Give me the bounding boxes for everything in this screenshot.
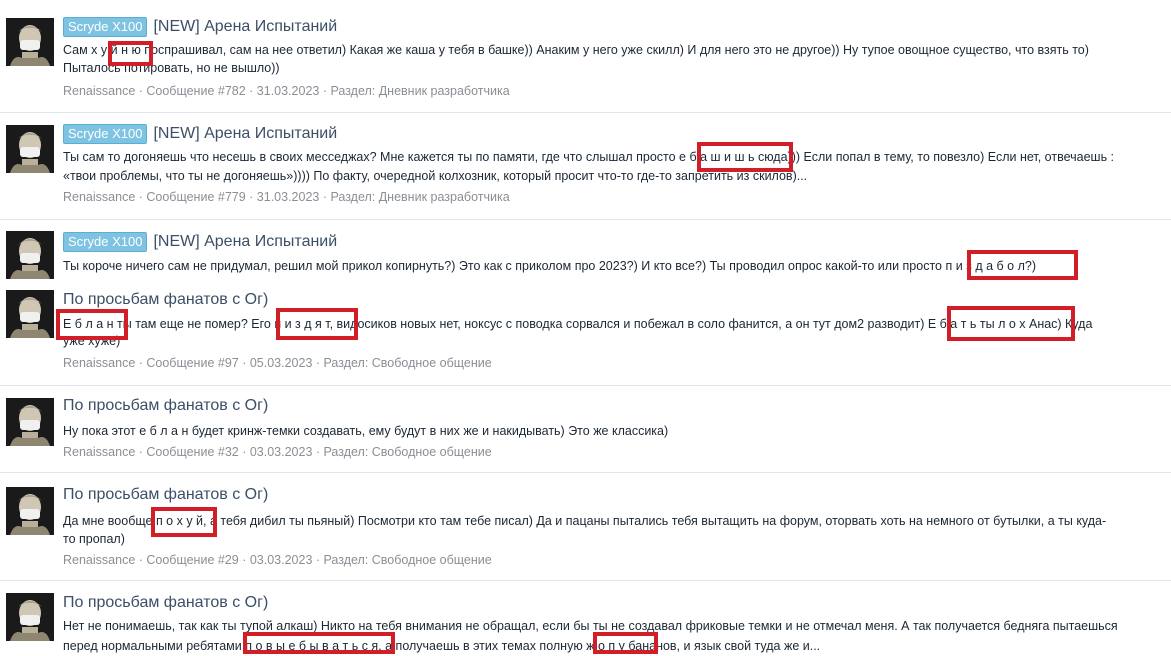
statue-avatar-icon <box>6 290 54 338</box>
statue-avatar-icon <box>6 487 54 535</box>
result-title-row[interactable]: По просьбам фанатов с Ог) <box>63 483 268 507</box>
snippet-line: Да мне вообще п о х у й, а тебя дибил ты… <box>63 514 1107 528</box>
thread-title[interactable]: По просьбам фанатов с Ог) <box>63 396 268 416</box>
highlight-box <box>56 309 128 340</box>
search-result: Scryde X100 [NEW] Арена Испытаний Сам х … <box>0 0 1171 113</box>
highlight-box <box>947 306 1075 341</box>
avatar[interactable] <box>6 593 54 641</box>
highlight-box <box>276 308 358 340</box>
statue-avatar-icon <box>6 18 54 66</box>
statue-avatar-icon <box>6 231 54 279</box>
highlight-box <box>593 632 658 654</box>
result-meta: Renaissance · Сообщение #32 · 03.03.2023… <box>63 445 492 459</box>
thread-title[interactable]: По просьбам фанатов с Ог) <box>63 485 268 505</box>
result-meta: Renaissance · Сообщение #782 · 31.03.202… <box>63 84 510 98</box>
snippet-line: «твои проблемы, что ты не догоняешь»))))… <box>63 169 808 183</box>
prefix-badge[interactable]: Scryde X100 <box>63 124 148 144</box>
search-result: Scryde X100 [NEW] Арена Испытаний Ты сам… <box>0 113 1171 220</box>
avatar[interactable] <box>6 290 54 338</box>
result-title-row[interactable]: Scryde X100 [NEW] Арена Испытаний <box>63 230 337 254</box>
result-title-row[interactable]: По просьбам фанатов с Ог) <box>63 394 268 418</box>
avatar[interactable] <box>6 18 54 66</box>
prefix-badge[interactable]: Scryde X100 <box>63 17 148 37</box>
highlight-box <box>108 41 153 66</box>
prefix-badge[interactable]: Scryde X100 <box>63 232 148 252</box>
thread-title[interactable]: [NEW] Арена Испытаний <box>153 124 337 144</box>
snippet-line: Сам х у й н ю поспрашивал, сам на нее от… <box>63 43 1089 57</box>
thread-title[interactable]: По просьбам фанатов с Ог) <box>63 593 268 613</box>
result-title-row[interactable]: По просьбам фанатов с Ог) <box>63 591 268 615</box>
snippet-line: Ты сам то догоняешь что несешь в своих м… <box>63 150 1115 164</box>
result-title-row[interactable]: Scryde X100 [NEW] Арена Испытаний <box>63 15 337 39</box>
snippet-line: Пыталось потировать, но не вышло)) <box>63 61 280 75</box>
avatar[interactable] <box>6 398 54 446</box>
snippet-line: то пропал) <box>63 532 125 546</box>
result-title-row[interactable]: Scryde X100 [NEW] Арена Испытаний <box>63 122 337 146</box>
statue-avatar-icon <box>6 398 54 446</box>
thread-title[interactable]: [NEW] Арена Испытаний <box>153 17 337 37</box>
highlight-box <box>967 250 1078 280</box>
avatar[interactable] <box>6 125 54 173</box>
search-result: По просьбам фанатов с Ог) Ну пока этот е… <box>0 386 1171 473</box>
result-meta: Renaissance · Сообщение #97 · 05.03.2023… <box>63 356 492 370</box>
snippet-line: Ну пока этот е б л а н будет кринж-темки… <box>63 424 669 438</box>
result-meta: Renaissance · Сообщение #779 · 31.03.202… <box>63 190 510 204</box>
search-result: По просьбам фанатов с Ог) Нет не понимае… <box>0 581 1171 654</box>
avatar[interactable] <box>6 231 54 279</box>
thread-title[interactable]: [NEW] Арена Испытаний <box>153 232 337 252</box>
avatar[interactable] <box>6 487 54 535</box>
highlight-box <box>243 632 395 654</box>
statue-avatar-icon <box>6 125 54 173</box>
highlight-box <box>151 507 217 537</box>
thread-title[interactable]: По просьбам фанатов с Ог) <box>63 290 268 310</box>
result-meta: Renaissance · Сообщение #29 · 03.03.2023… <box>63 553 492 567</box>
highlight-box <box>697 142 793 172</box>
statue-avatar-icon <box>6 593 54 641</box>
